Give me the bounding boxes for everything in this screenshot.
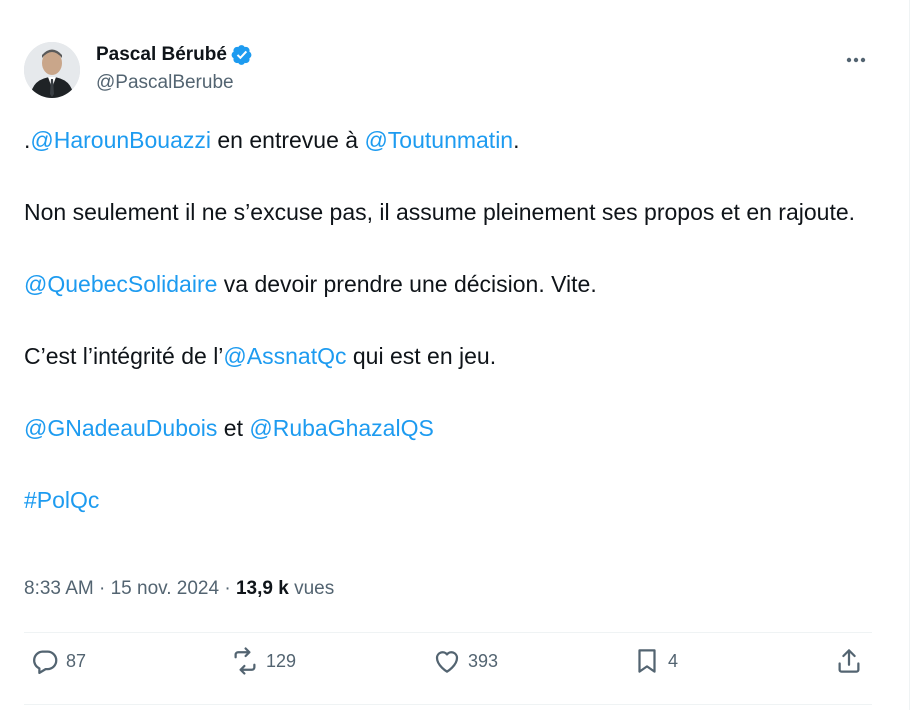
reply-count: 87 xyxy=(66,650,87,671)
reply-icon xyxy=(33,650,58,674)
more-options-icon[interactable] xyxy=(842,46,870,74)
text-segment: en entrevue à xyxy=(211,127,365,153)
reply-button[interactable]: 87 xyxy=(30,646,86,676)
mention-rubaghazalqs[interactable]: @RubaGhazalQS xyxy=(249,415,433,441)
text-segment: va devoir prendre une décision. Vite. xyxy=(217,271,597,297)
mention-quebecsolidaire[interactable]: @QuebecSolidaire xyxy=(24,271,217,297)
bookmark-button[interactable]: 4 xyxy=(632,646,678,676)
meta-separator: · xyxy=(219,578,236,599)
tweet-meta: 8:33 AM · 15 nov. 2024 · 13,9 k vues xyxy=(24,578,334,600)
meta-separator: · xyxy=(93,578,111,599)
divider xyxy=(24,704,872,705)
action-bar: 87 129 393 4 xyxy=(24,646,872,690)
tweet-line-2: Non seulement il ne s’excuse pas, il ass… xyxy=(24,199,856,225)
retweet-icon xyxy=(234,647,256,675)
mention-assnatqc[interactable]: @AssnatQc xyxy=(223,343,346,369)
like-button[interactable]: 393 xyxy=(432,646,498,676)
like-count: 393 xyxy=(468,650,499,671)
author-name[interactable]: Pascal Bérubé xyxy=(96,44,227,66)
tweet-line-6: #PolQc xyxy=(24,482,874,518)
views-label: vues xyxy=(288,578,335,599)
text-segment: qui est en jeu. xyxy=(346,343,497,369)
tweet-line-5: @GNadeauDubois et @RubaGhazalQS xyxy=(24,410,874,446)
retweet-button[interactable]: 129 xyxy=(230,646,296,676)
tweet-text: . @HarounBouazzi en entrevue à @Toutunmat… xyxy=(24,122,874,518)
avatar-photo-icon xyxy=(24,42,80,98)
tweet-line-1: . @HarounBouazzi en entrevue à @Toutunmat… xyxy=(24,122,874,158)
bookmark-count: 4 xyxy=(668,650,679,671)
tweet-time[interactable]: 8:33 AM xyxy=(24,578,94,599)
heart-icon xyxy=(435,651,459,673)
mention-harounbouazzi[interactable]: @HarounBouazzi xyxy=(30,127,211,153)
share-icon xyxy=(838,649,860,673)
tweet-line-3: @QuebecSolidaire va devoir prendre une d… xyxy=(24,266,874,302)
share-button[interactable] xyxy=(834,646,864,676)
divider xyxy=(24,632,872,633)
text-segment: et xyxy=(217,415,250,441)
text-suffix: . xyxy=(513,127,520,153)
card-border xyxy=(909,0,910,710)
tweet-line-4: C’est l’intégrité de l’@AssnatQc qui est… xyxy=(24,338,874,374)
tweet-header: Pascal Bérubé @PascalBerube xyxy=(24,40,874,108)
verified-badge-icon[interactable] xyxy=(231,44,253,66)
mention-gnadeaudubois[interactable]: @GNadeauDubois xyxy=(24,415,217,441)
text-segment: C’est l’intégrité de l’ xyxy=(24,343,224,369)
tweet-date[interactable]: 15 nov. 2024 xyxy=(111,578,219,599)
hashtag-polqc[interactable]: #PolQc xyxy=(24,487,99,513)
bookmark-icon xyxy=(638,649,656,673)
retweet-count: 129 xyxy=(266,650,297,671)
mention-toutunmatin[interactable]: @Toutunmatin xyxy=(364,127,513,153)
author-handle[interactable]: @PascalBerube xyxy=(96,72,253,94)
avatar[interactable] xyxy=(24,42,80,98)
view-count: 13,9 k xyxy=(235,578,289,599)
